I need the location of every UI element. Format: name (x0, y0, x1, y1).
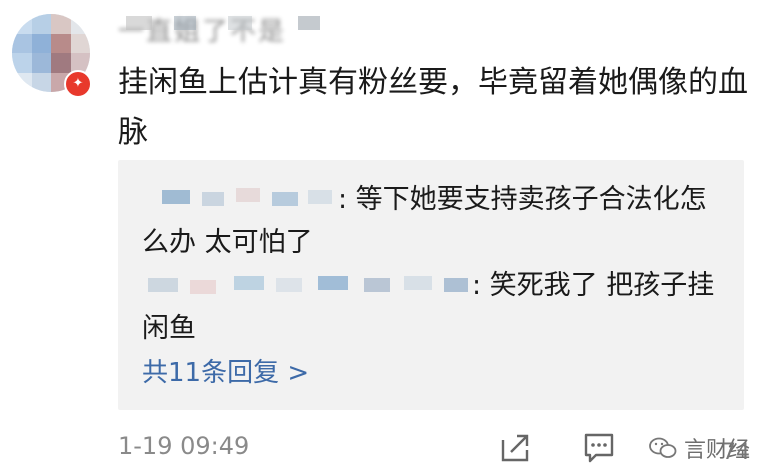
wechat-logo-icon (649, 437, 677, 458)
reply-author[interactable] (142, 184, 338, 214)
timestamp: 1-19 09:49 (118, 432, 250, 460)
username-pixel-block (126, 16, 152, 30)
reply-author-pixel-block (148, 278, 178, 292)
reply-author-pixel-block (202, 192, 224, 206)
username-pixel-block (174, 16, 196, 30)
reply-author-pixel-block (162, 190, 190, 204)
reply-author[interactable] (142, 270, 472, 300)
reply-author-pixel-block (234, 276, 264, 290)
reply-author-pixel-block (190, 280, 216, 294)
reply-author-pixel-block (404, 276, 432, 290)
reply-author-pixel-block (272, 192, 298, 206)
reply-item[interactable]: : 笑死我了 把孩子挂闲鱼 (142, 264, 732, 350)
reply-author-pixel-block (444, 278, 468, 292)
reply-author-pixel-block (308, 190, 332, 204)
reply-author-pixel-block (318, 276, 348, 290)
comment-card: ✦ 一直姐了不是 挂闲鱼上估计真有粉丝要，毕竟留着她偶像的血脉 : 等下她要支持… (0, 0, 770, 475)
username-pixel-block (228, 16, 252, 30)
username-pixel-block (298, 16, 320, 30)
view-more-replies-link[interactable]: 共11条回复 > (142, 352, 309, 389)
comment-icon[interactable] (582, 430, 616, 464)
reply-author-pixel-block (364, 278, 390, 292)
like-count[interactable]: 74 (722, 440, 750, 465)
username[interactable]: 一直姐了不是 (118, 12, 320, 47)
share-icon[interactable] (499, 430, 533, 464)
reply-box[interactable]: : 等下她要支持卖孩子合法化怎么办 太可怕了 : 笑死我了 把孩子挂闲鱼 共11… (118, 160, 744, 410)
reply-item[interactable]: : 等下她要支持卖孩子合法化怎么办 太可怕了 (142, 178, 732, 264)
reply-author-pixel-block (236, 188, 260, 202)
reply-author-pixel-block (276, 278, 302, 292)
verified-badge-icon: ✦ (64, 70, 92, 98)
comment-text: 挂闲鱼上估计真有粉丝要，毕竟留着她偶像的血脉 (118, 65, 748, 150)
